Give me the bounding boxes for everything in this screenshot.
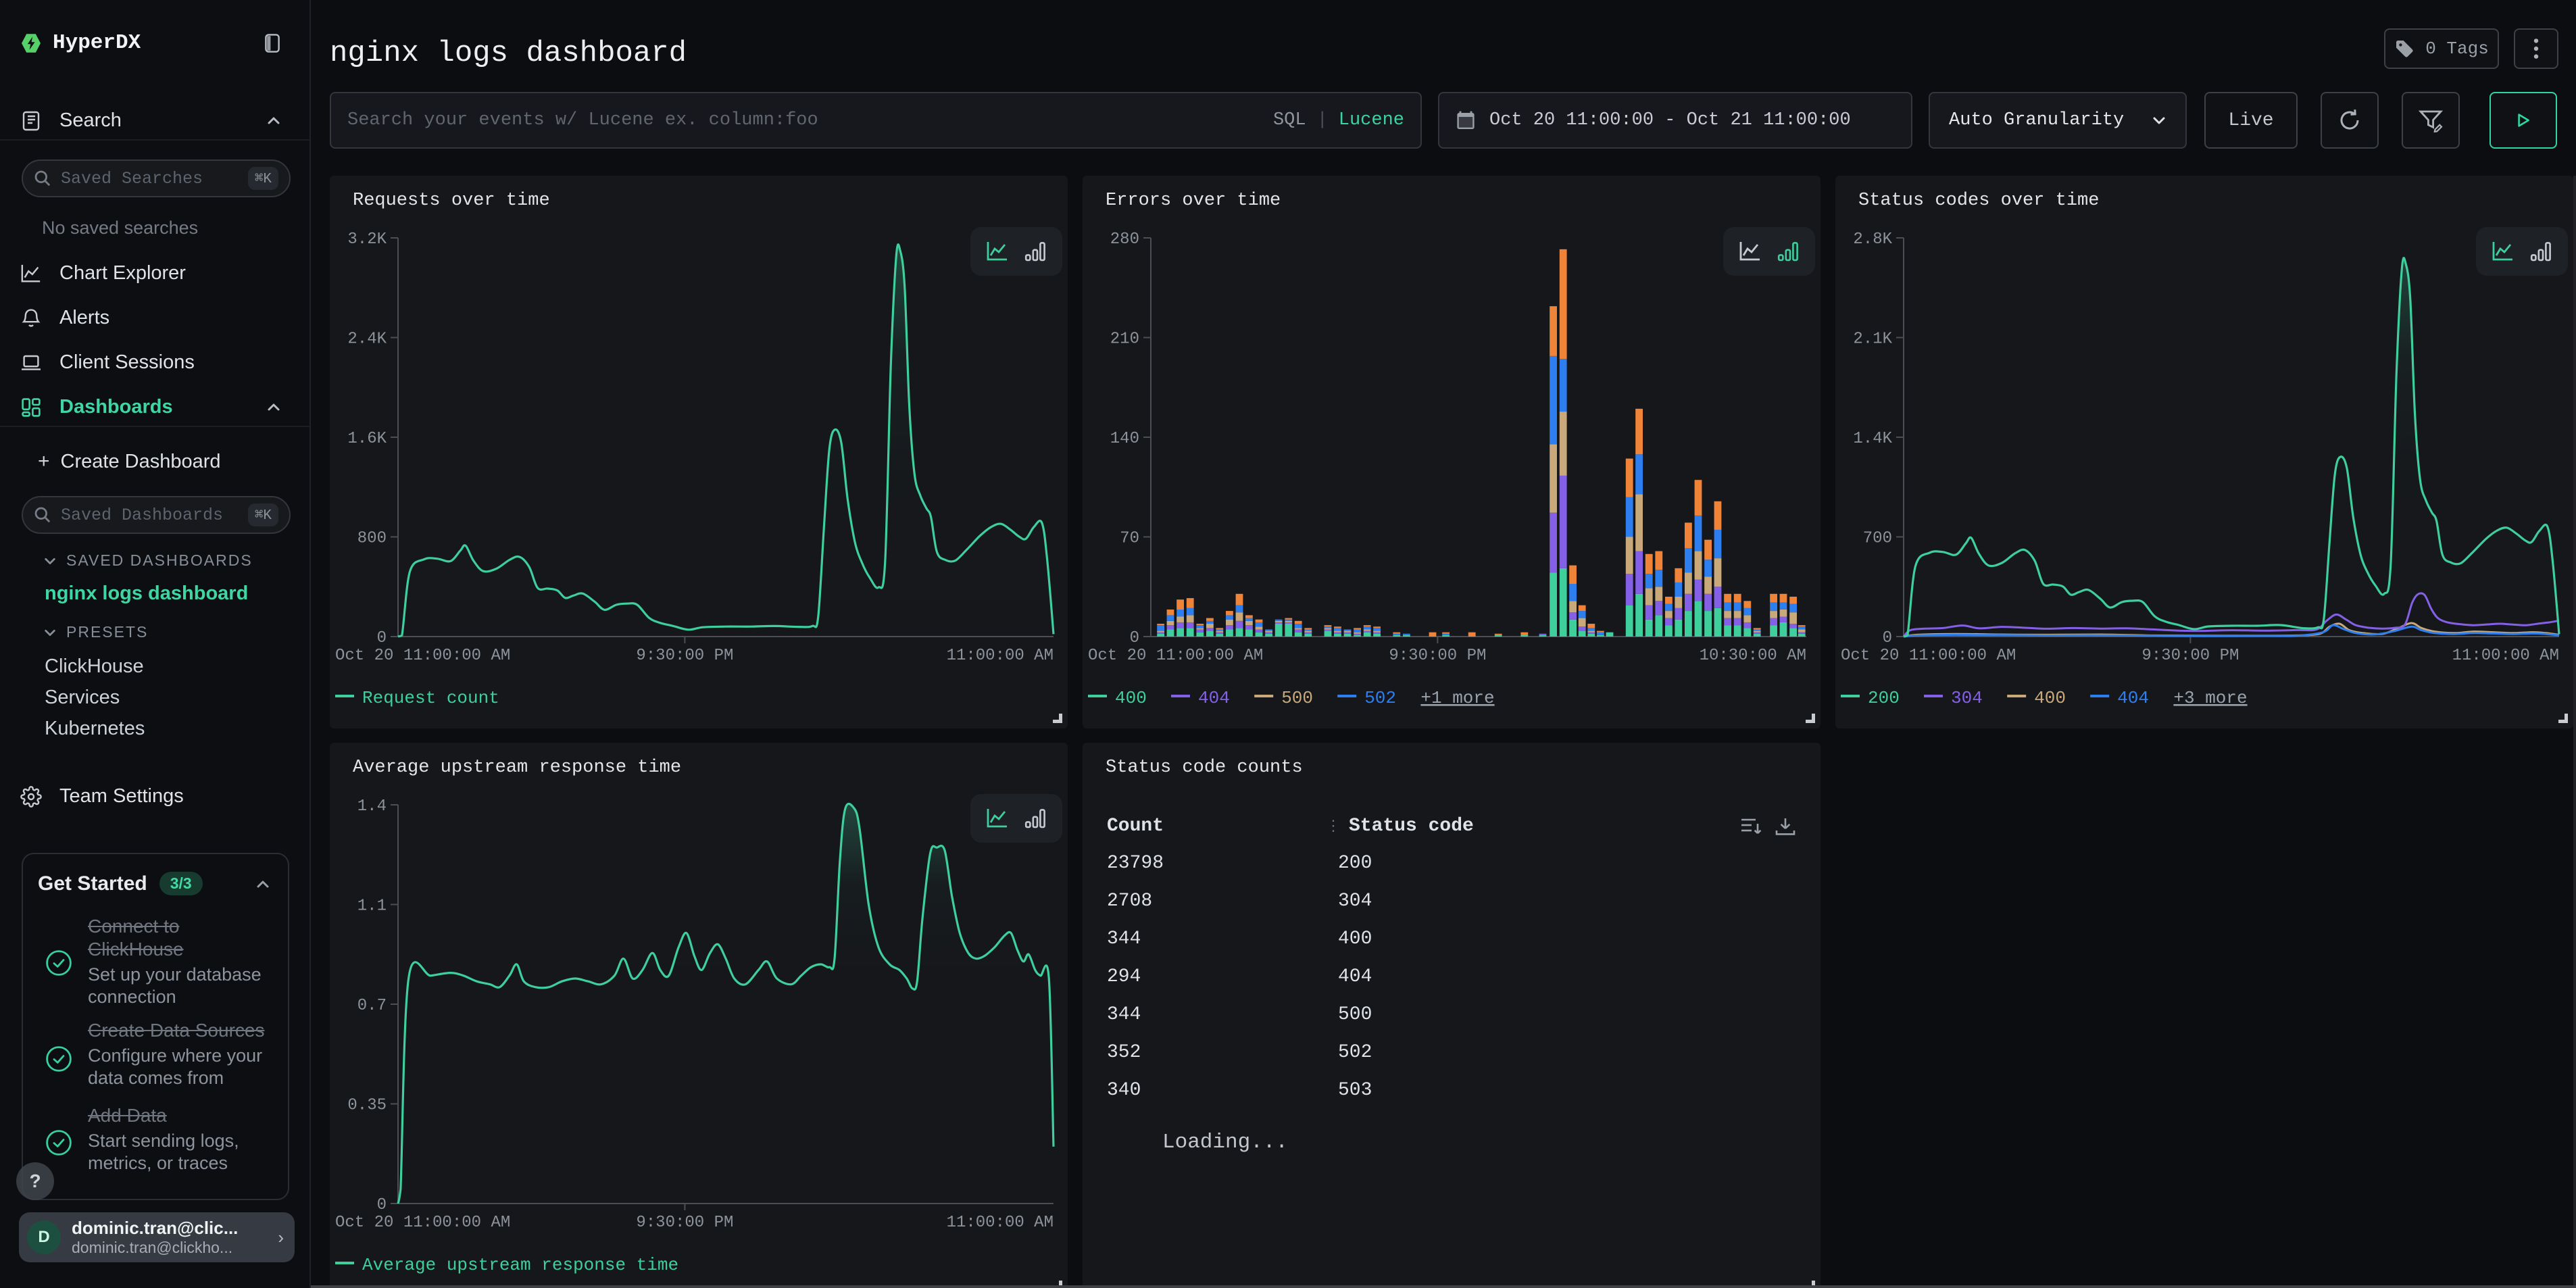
svg-text:502: 502 [1364,688,1396,708]
svg-text:11:00:00 AM: 11:00:00 AM [947,1214,1054,1232]
svg-text:280: 280 [1110,230,1139,249]
svg-text:9:30:00 PM: 9:30:00 PM [2141,647,2239,665]
svg-text:1.4: 1.4 [357,797,387,816]
svg-text:1.1: 1.1 [357,897,387,916]
svg-text:0: 0 [1130,629,1139,647]
svg-text:Oct 20 11:00:00 AM: Oct 20 11:00:00 AM [1841,647,2016,665]
svg-text:404: 404 [2117,688,2149,708]
svg-text:1.6K: 1.6K [347,430,387,448]
svg-text:Oct 20 11:00:00 AM: Oct 20 11:00:00 AM [1088,647,1263,665]
svg-text:200: 200 [1868,688,1900,708]
svg-text:0: 0 [377,629,387,647]
svg-text:Oct 20 11:00:00 AM: Oct 20 11:00:00 AM [335,647,510,665]
svg-text:210: 210 [1110,330,1139,349]
svg-text:2.4K: 2.4K [347,330,387,349]
svg-text:70: 70 [1120,530,1139,548]
svg-text:0: 0 [377,1196,387,1214]
svg-text:Oct 20 11:00:00 AM: Oct 20 11:00:00 AM [335,1214,510,1232]
svg-text:10:30:00 AM: 10:30:00 AM [1700,647,1806,665]
svg-text:9:30:00 PM: 9:30:00 PM [636,1214,733,1232]
svg-text:404: 404 [1198,688,1230,708]
svg-text:500: 500 [1281,688,1313,708]
svg-text:+3 more: +3 more [2173,688,2247,708]
svg-text:+1 more: +1 more [1420,688,1494,708]
svg-text:0.35: 0.35 [347,1097,387,1115]
svg-text:3.2K: 3.2K [347,230,387,249]
svg-text:700: 700 [1863,530,1892,548]
svg-text:0: 0 [1883,629,1892,647]
svg-text:140: 140 [1110,430,1139,448]
svg-text:9:30:00 PM: 9:30:00 PM [636,647,733,665]
svg-text:2.1K: 2.1K [1853,330,1892,349]
svg-text:9:30:00 PM: 9:30:00 PM [1389,647,1486,665]
svg-text:800: 800 [357,530,387,548]
svg-text:2.8K: 2.8K [1853,230,1892,249]
svg-text:400: 400 [2034,688,2066,708]
svg-text:Request count: Request count [362,688,499,708]
svg-text:304: 304 [1951,688,1983,708]
svg-text:11:00:00 AM: 11:00:00 AM [947,647,1054,665]
svg-text:400: 400 [1115,688,1147,708]
svg-text:Average upstream response time: Average upstream response time [362,1255,678,1275]
svg-text:11:00:00 AM: 11:00:00 AM [2452,647,2559,665]
svg-text:1.4K: 1.4K [1853,430,1892,448]
svg-text:0.7: 0.7 [357,997,387,1015]
